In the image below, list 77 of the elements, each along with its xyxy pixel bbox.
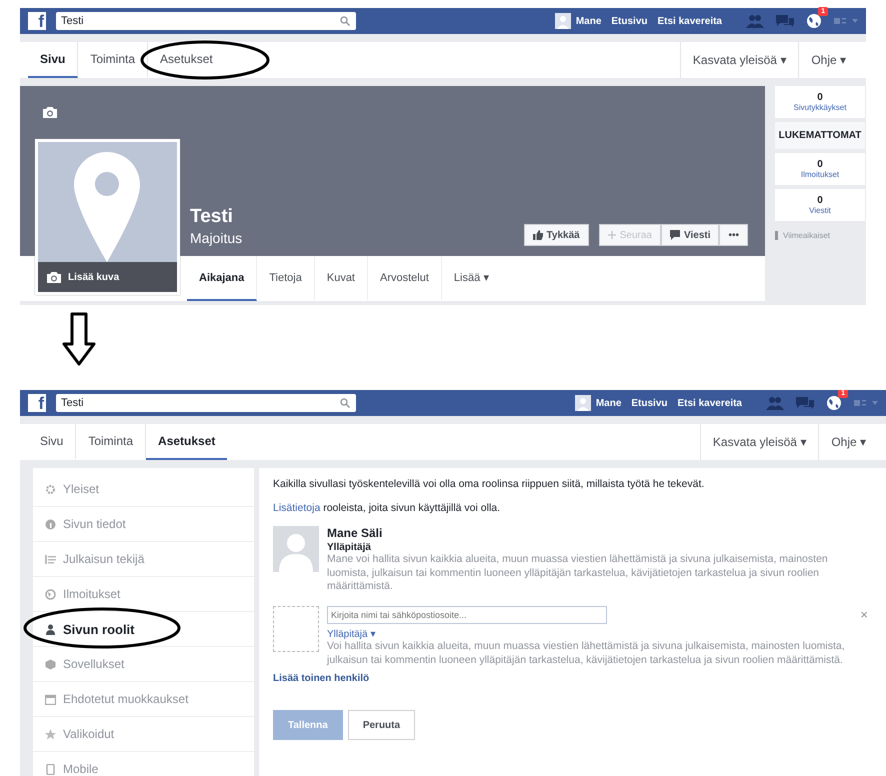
page-tab[interactable]: Tietoja [257,256,315,301]
search-icon [340,16,350,26]
page-tab[interactable]: Asetukset [146,424,228,460]
search-field[interactable]: Testi [56,394,356,412]
nav-link[interactable]: Etusivu [631,398,668,408]
photo-placeholder [273,606,319,652]
page-tab[interactable]: Sivu [28,42,78,78]
plus-icon [608,231,616,239]
cancel-button[interactable]: Peruuta [348,710,416,740]
camera-icon [46,270,62,284]
user-link[interactable]: Mane [576,16,602,26]
cube-icon [45,658,56,670]
intro-text: Kaikilla sivullasi työskentelevillä voi olla oma roolinsa riippuen siitä, millaista työtä he tekevät. [273,478,706,490]
page-tab[interactable]: Sivu [28,424,76,460]
role-description: Mane voi hallita sivun kaikkia alueita, muun muassa viestien lähettämistä ja sivuna julkaisemista, mainosten luomista, julkaisun tai kommentin luoneen ylläpitäjän tarkastelua, kävijätietojen tarkastelua ja sivun roolien määrittämistä. [327,553,829,594]
page-tab[interactable]: Kuvat [314,256,368,301]
page-category: Majoitus [190,230,242,246]
stat-value: 0 [817,159,823,170]
role-label: Ylläpitäjä [327,542,372,553]
calendar-icon [45,694,56,704]
star-icon [45,728,56,740]
friends-icon [746,14,764,28]
settings-menu-item[interactable]: Sivun roolit [33,612,254,647]
menu-link[interactable]: Kasvata yleisöä ▾ [680,42,798,78]
page-tab[interactable]: Aikajana [187,256,258,301]
search-field[interactable]: Testi [56,12,356,30]
page-name: Testi [190,206,234,228]
nav-link[interactable]: Etusivu [611,16,648,26]
role-dropdown[interactable]: Ylläpitäjä ▾ [327,628,376,640]
nav-link[interactable]: Etsi kavereita [658,16,722,26]
phone-icon [45,764,56,774]
role-description: Voi hallita sivun kaikkia alueita, muun muassa viestien lähettämistä ja sivuna julkaisemista, mainosten luomista, julkaisun tai kommentin luoneen ylläpitäjän tarkastelua, kävijätietojen tarkastelua ja sivun roolien määrittämistä. [327,640,846,668]
page-tab[interactable]: Toiminta [78,42,148,78]
name-input-field[interactable]: Kirjoita nimi tai sähköpostiosoite... [327,606,607,624]
section-header: LUKEMATTOMAT [775,122,865,149]
stat-link[interactable]: Ilmoitukset [800,170,840,179]
person-icon [45,624,56,634]
messages-icon [796,396,814,410]
list-icon [45,554,56,564]
stat-value: 0 [817,92,823,103]
like-button[interactable]: Tykkää [524,224,589,246]
section-title: Viimeaikaiset [775,231,865,240]
page-tab[interactable]: Lisää ▾ [442,256,502,301]
user-link[interactable]: Mane [596,398,622,408]
camera-icon [42,106,58,119]
message-button[interactable]: Viesti [660,224,720,246]
menu-link[interactable]: Ohje ▾ [798,42,858,78]
person-name: Mane Säli [327,526,384,540]
thumbs-up-icon [532,230,543,240]
nav-link[interactable]: Etsi kavereita [678,398,742,408]
add-photo-button[interactable]: Lisää kuva [38,262,177,292]
page-tab[interactable]: Toiminta [76,424,146,460]
page-tab[interactable]: Arvostelut [368,256,442,301]
logo[interactable]: f [28,12,46,30]
friends-icon [766,396,784,410]
settings-icon [854,398,878,408]
more-button[interactable]: ••• [719,224,748,246]
settings-icon [834,16,858,26]
learn-more-link[interactable]: Lisätietoja [273,502,320,514]
avatar-icon [554,13,571,29]
profile-picture[interactable]: Lisää kuva [35,139,180,295]
add-person-link[interactable]: Lisää toinen henkilö [273,673,370,684]
info-icon [45,518,56,530]
speech-bubble-icon [670,230,680,240]
avatar-icon [574,395,591,411]
map-pin-icon [74,152,140,262]
menu-link[interactable]: Ohje ▾ [818,424,878,460]
gear-icon [45,484,56,494]
info-text: Lisätietoja rooleista, joita sivun käyttäjillä voi olla. [273,502,502,514]
down-arrow [62,312,96,366]
stat-link[interactable]: Viestit [809,206,831,215]
stat-value: 0 [817,195,823,206]
search-icon [340,398,350,408]
messages-icon [776,14,794,28]
menu-link[interactable]: Kasvata yleisöä ▾ [700,424,818,460]
stat-link[interactable]: Sivutykkäykset [794,103,846,112]
logo[interactable]: f [28,394,46,412]
